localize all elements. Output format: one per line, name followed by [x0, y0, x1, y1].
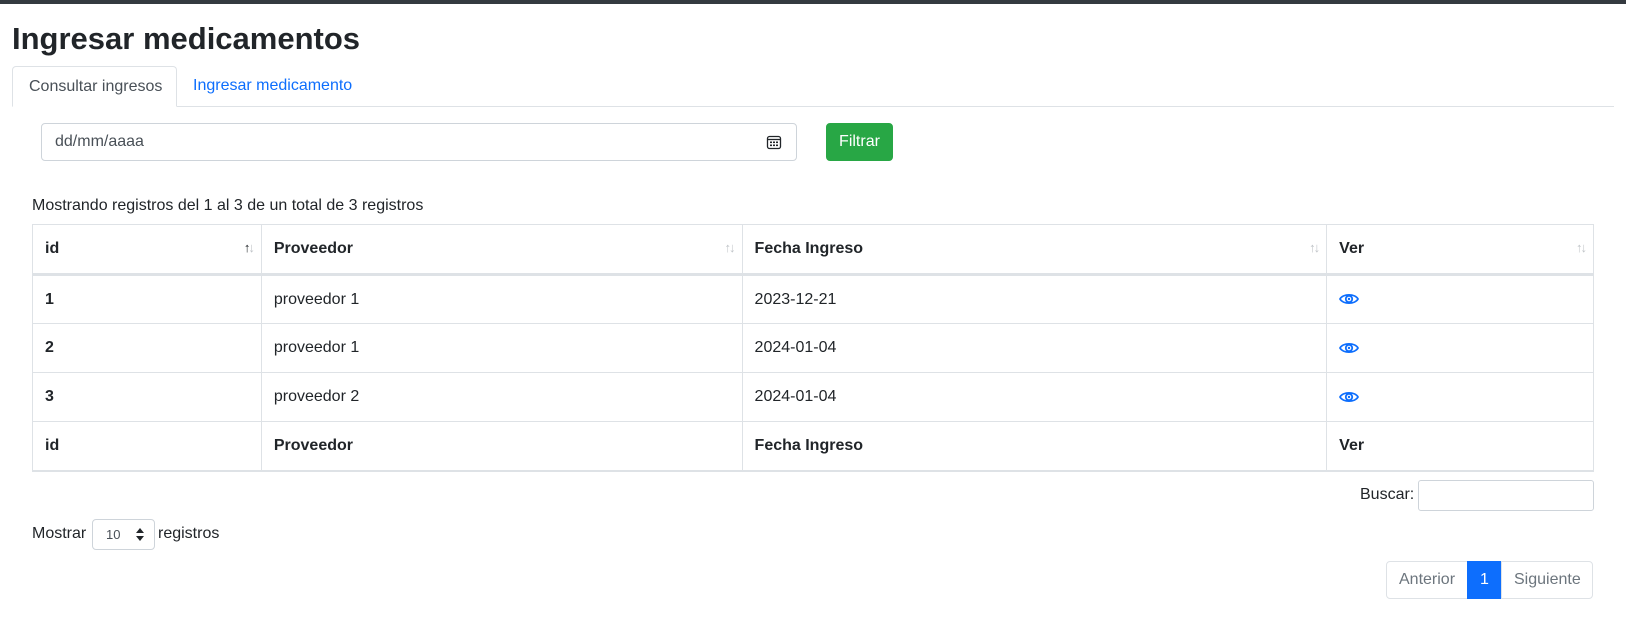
column-header-ver[interactable]: Ver ↑↓ [1326, 224, 1594, 276]
cell-fecha: 2024-01-04 [741, 372, 1328, 422]
top-bar [0, 0, 1626, 4]
table-row: 1 proveedor 1 2023-12-21 [32, 274, 1594, 324]
page-length-select[interactable]: 10 [92, 519, 155, 550]
cell-proveedor: proveedor 2 [260, 372, 743, 422]
page-length-value: 10 [106, 527, 121, 542]
table-info: Mostrando registros del 1 al 3 de un tot… [32, 197, 424, 214]
next-page-button[interactable]: Siguiente [1501, 561, 1593, 599]
tab-bar: Consultar ingresos Ingresar medicamento [12, 66, 1614, 107]
eye-icon[interactable] [1339, 341, 1360, 355]
cell-fecha: 2024-01-04 [741, 323, 1328, 373]
column-header-id[interactable]: id ↑↓ [32, 224, 262, 276]
cell-ver [1326, 323, 1594, 373]
select-arrows-icon [136, 528, 144, 541]
cell-id: 1 [32, 274, 262, 324]
search-label: Buscar: [1360, 486, 1415, 503]
tab-consultar-ingresos[interactable]: Consultar ingresos [12, 66, 177, 107]
cell-ver [1326, 274, 1594, 324]
previous-page-button[interactable]: Anterior [1386, 561, 1468, 599]
footer-proveedor: Proveedor [260, 421, 743, 472]
column-header-proveedor[interactable]: Proveedor ↑↓ [260, 224, 743, 276]
page-1-button[interactable]: 1 [1467, 561, 1502, 599]
ingresos-table: id ↑↓ Proveedor ↑↓ Fecha Ingreso ↑↓ Ver … [32, 224, 1594, 472]
table-row: 3 proveedor 2 2024-01-04 [32, 372, 1594, 422]
cell-proveedor: proveedor 1 [260, 274, 743, 324]
cell-id: 3 [32, 372, 262, 422]
length-prefix: Mostrar [32, 525, 87, 542]
table-footer-row: id Proveedor Fecha Ingreso Ver [32, 421, 1594, 472]
sort-asc-icon: ↑↓ [243, 240, 255, 255]
filter-button[interactable]: Filtrar [826, 123, 893, 161]
sort-icon: ↑↓ [724, 240, 736, 255]
date-placeholder: dd/mm/aaaa [55, 133, 144, 150]
footer-ver: Ver [1326, 421, 1594, 472]
cell-proveedor: proveedor 1 [260, 323, 743, 373]
pagination: Anterior 1 Siguiente [1386, 561, 1593, 599]
cell-id: 2 [32, 323, 262, 373]
length-suffix: registros [158, 525, 220, 542]
sort-icon: ↑↓ [1576, 240, 1587, 255]
table-row: 2 proveedor 1 2024-01-04 [32, 323, 1594, 373]
date-filter-input[interactable]: dd/mm/aaaa [41, 123, 797, 161]
eye-icon[interactable] [1339, 292, 1360, 306]
cell-fecha: 2023-12-21 [741, 274, 1328, 324]
column-header-fecha-ingreso[interactable]: Fecha Ingreso ↑↓ [741, 224, 1328, 276]
tab-ingresar-medicamento[interactable]: Ingresar medicamento [177, 66, 368, 107]
calendar-icon[interactable] [766, 134, 782, 150]
footer-id: id [32, 421, 262, 472]
eye-icon[interactable] [1339, 390, 1360, 404]
footer-fecha-ingreso: Fecha Ingreso [741, 421, 1328, 472]
sort-icon: ↑↓ [1309, 240, 1320, 255]
cell-ver [1326, 372, 1594, 422]
search-input[interactable] [1418, 480, 1594, 511]
page-title: Ingresar medicamentos [12, 21, 361, 56]
